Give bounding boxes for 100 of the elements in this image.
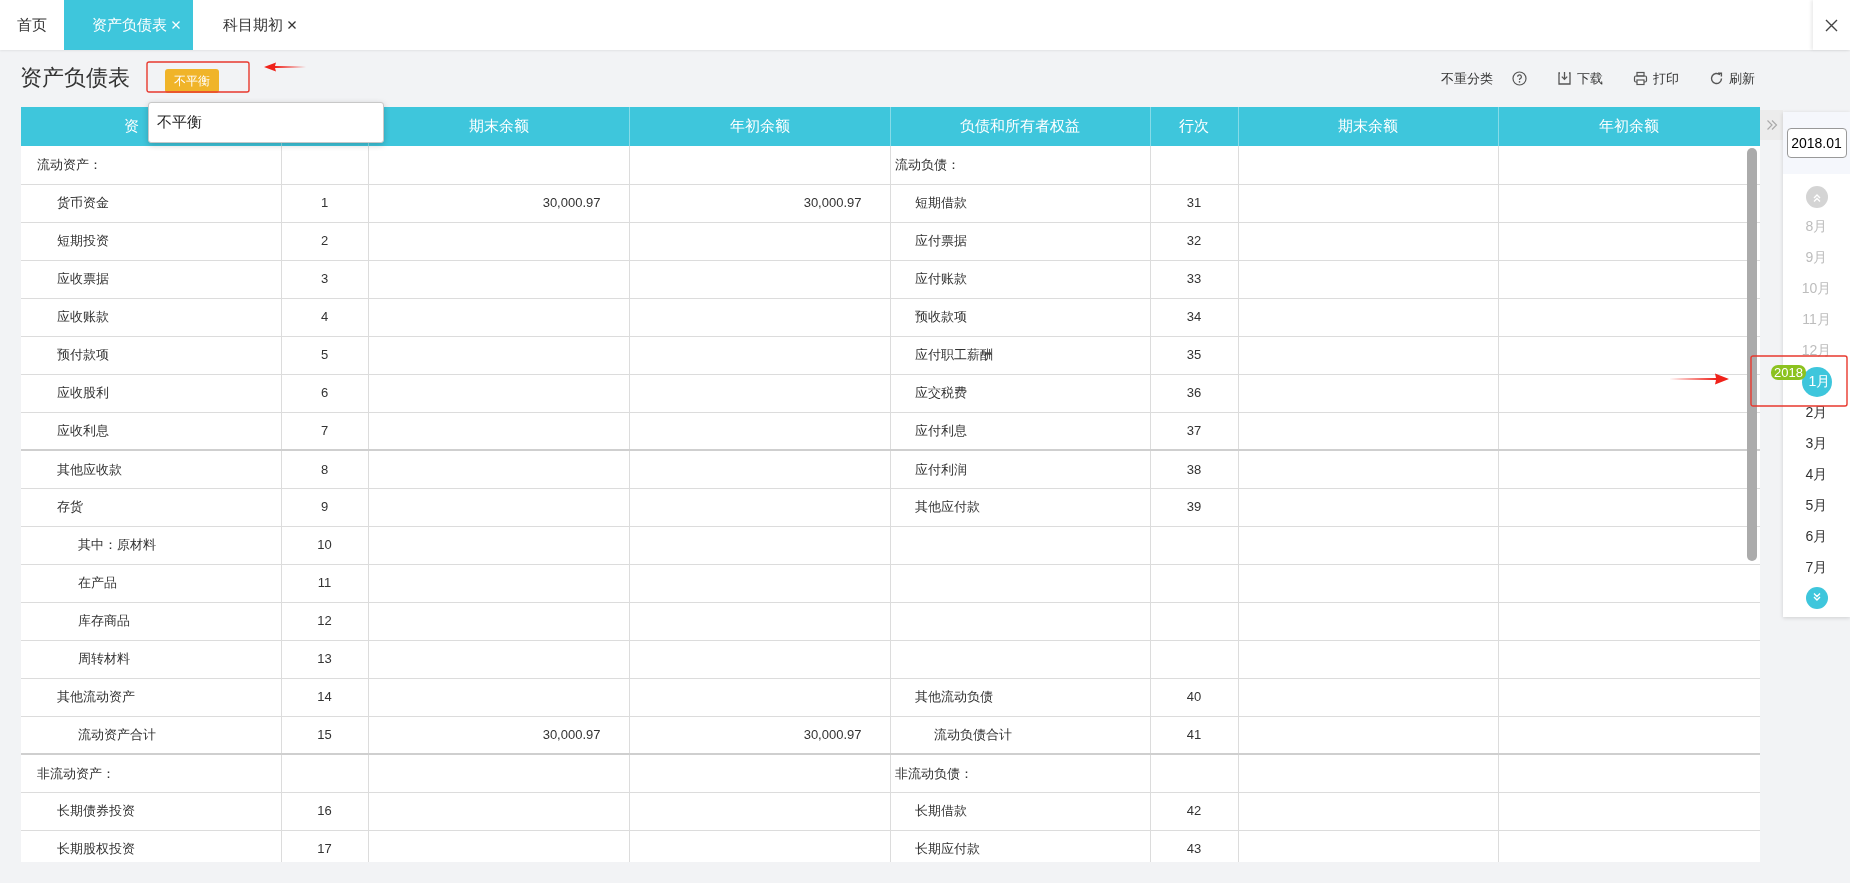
month-item[interactable]: 5月 <box>1805 495 1828 516</box>
line-number: 36 <box>1186 385 1202 401</box>
column-header: 期末余额 <box>468 117 529 135</box>
line-number: 6 <box>320 385 329 401</box>
account-name: 其他应付款 <box>914 499 980 515</box>
collapse-button[interactable] <box>1760 110 1783 140</box>
month-item[interactable]: 7月 <box>1805 557 1828 578</box>
amount: 30,000.97 <box>803 195 862 211</box>
status-badge: 不平衡 <box>165 69 219 93</box>
line-number: 42 <box>1186 803 1202 819</box>
line-number: 3 <box>320 271 329 287</box>
period-field[interactable]: 2018.01 <box>1786 128 1847 158</box>
account-name: 库存商品 <box>78 613 130 629</box>
line-number: 7 <box>320 423 329 438</box>
section-heading: 非流动负债： <box>894 765 973 781</box>
column-header: 资 <box>123 117 139 135</box>
line-number: 13 <box>317 651 332 667</box>
amount: 30,000.97 <box>803 727 862 742</box>
line-number: 34 <box>1186 309 1202 325</box>
tab[interactable]: 科目期初 <box>193 0 311 50</box>
account-name: 应收票据 <box>57 271 109 287</box>
line-number: 1 <box>320 195 329 211</box>
line-number: 10 <box>317 537 332 553</box>
line-number: 14 <box>317 689 332 705</box>
line-number: 12 <box>317 613 332 629</box>
account-name: 长期借款 <box>914 803 967 819</box>
account-name: 长期股权投资 <box>57 841 135 857</box>
section-heading: 非流动资产： <box>37 765 115 781</box>
column-header: 行次 <box>1179 117 1209 135</box>
line-number: 4 <box>320 309 329 325</box>
help-icon[interactable] <box>1512 71 1527 86</box>
column-header: 年初余额 <box>729 117 790 135</box>
line-number: 40 <box>1186 689 1202 705</box>
line-number: 11 <box>317 575 332 591</box>
column-header: 期末余额 <box>1338 117 1398 135</box>
line-number: 17 <box>317 841 332 857</box>
account-name: 流动资产合计 <box>78 727 156 742</box>
account-name: 预收款项 <box>914 309 967 325</box>
month-item[interactable]: 6月 <box>1805 526 1828 547</box>
column-header: 年初余额 <box>1599 117 1659 135</box>
account-name: 其他流动负债 <box>914 689 993 705</box>
month-item[interactable]: 3月 <box>1805 433 1828 454</box>
account-name: 货币资金 <box>57 195 109 211</box>
toggle-option[interactable]: 不重分类 <box>1441 68 1527 89</box>
account-name: 应收账款 <box>57 309 109 325</box>
account-name: 应付利润 <box>914 461 967 477</box>
account-name: 周转材料 <box>78 651 130 667</box>
amount: 30,000.97 <box>542 727 601 742</box>
line-number: 38 <box>1186 461 1202 477</box>
account-name: 应付职工薪酬 <box>914 347 993 363</box>
page-title: 资产负债表 <box>20 65 130 92</box>
download-button[interactable]: 下载 <box>1557 68 1603 89</box>
close-icon[interactable] <box>287 20 297 30</box>
line-number: 35 <box>1186 347 1202 363</box>
line-number: 33 <box>1186 271 1202 287</box>
account-name: 其中：原材料 <box>78 537 156 553</box>
account-name: 应付利息 <box>914 423 967 438</box>
account-name: 其他应收款 <box>57 461 122 477</box>
line-number: 9 <box>320 499 329 515</box>
line-number: 37 <box>1186 423 1202 438</box>
account-name: 应付票据 <box>914 233 967 249</box>
printer-icon <box>1633 71 1648 86</box>
double-chevron-icon <box>1765 119 1778 131</box>
refresh-button[interactable]: 刷新 <box>1709 68 1755 89</box>
line-number: 41 <box>1186 727 1202 742</box>
account-name: 存货 <box>57 499 83 515</box>
column-header: 负债和所有者权益 <box>960 117 1080 135</box>
line-number: 8 <box>320 461 329 477</box>
section-heading: 流动资产： <box>37 157 102 172</box>
account-name: 应交税费 <box>914 385 967 401</box>
line-number: 39 <box>1186 499 1202 515</box>
year-badge: 2018 <box>1771 365 1806 380</box>
account-name: 应收利息 <box>57 423 109 438</box>
account-name: 应收股利 <box>57 385 109 401</box>
line-number: 16 <box>317 803 332 819</box>
account-name: 长期债券投资 <box>57 803 135 819</box>
account-name: 预付款项 <box>57 347 109 363</box>
tab[interactable]: 首页 <box>0 0 64 50</box>
scroll-down-button[interactable] <box>1805 587 1828 609</box>
line-number: 31 <box>1186 195 1202 211</box>
line-number: 2 <box>320 233 329 249</box>
close-icon <box>1825 18 1838 32</box>
line-number: 15 <box>317 727 332 742</box>
account-name: 短期借款 <box>914 195 967 211</box>
section-heading: 流动负债： <box>894 157 960 172</box>
month-item[interactable]: 2月 <box>1805 402 1828 423</box>
account-name: 在产品 <box>78 575 117 591</box>
scrollbar-thumb[interactable] <box>1747 148 1757 561</box>
month-item[interactable]: 4月 <box>1805 464 1828 485</box>
account-name: 流动负债合计 <box>933 727 1012 742</box>
account-name: 短期投资 <box>57 233 109 249</box>
line-number: 32 <box>1186 233 1202 249</box>
account-name: 长期应付款 <box>914 841 980 857</box>
print-button[interactable]: 打印 <box>1633 68 1679 89</box>
line-number: 5 <box>320 347 329 363</box>
download-icon <box>1557 71 1572 86</box>
account-name: 应付账款 <box>914 271 967 287</box>
refresh-icon <box>1709 71 1724 86</box>
popover-menu[interactable]: 不平衡 <box>148 102 384 143</box>
amount: 30,000.97 <box>542 195 601 211</box>
